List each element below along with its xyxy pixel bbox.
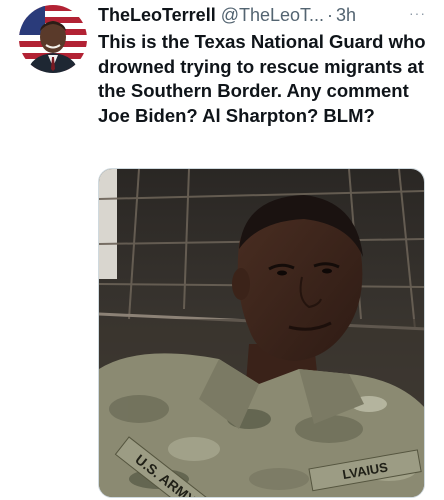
author-avatar[interactable] — [19, 5, 87, 73]
author-display-name[interactable]: TheLeoTerrell — [98, 5, 216, 26]
tweet-card[interactable]: TheLeoTerrell @TheLeoT... · 3h ··· This … — [0, 0, 444, 500]
more-options-icon[interactable]: ··· — [409, 5, 426, 21]
tweet-text: This is the Texas National Guard who dro… — [98, 31, 426, 126]
tweet-timestamp[interactable]: 3h — [336, 5, 356, 26]
tweet-header: TheLeoTerrell @TheLeoT... · 3h — [98, 2, 438, 28]
separator-dot: · — [327, 4, 334, 25]
tweet-photo[interactable]: U.S. ARMY LVAIUS — [98, 168, 425, 498]
author-handle[interactable]: @TheLeoT... — [221, 5, 324, 26]
